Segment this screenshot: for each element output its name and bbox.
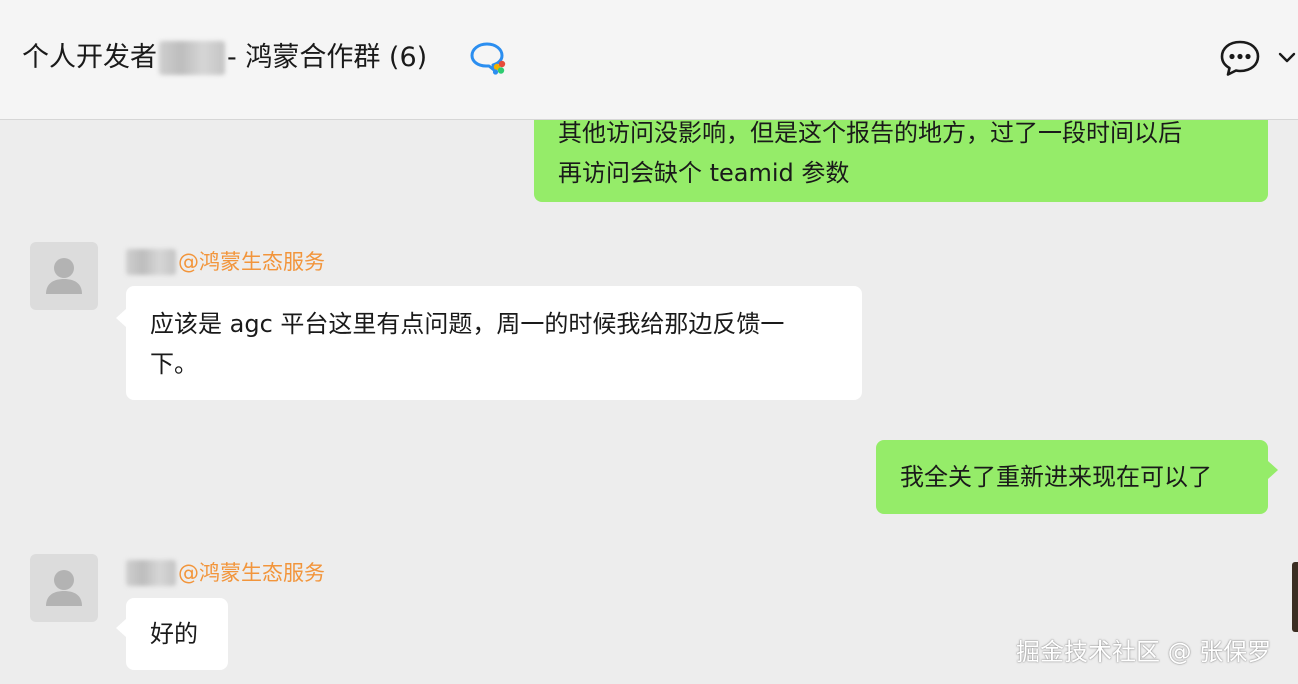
user-silhouette-icon bbox=[46, 570, 82, 606]
chat-title: 个人开发者 - 鸿蒙合作群 (6) bbox=[22, 38, 427, 78]
chat-bubble-icon[interactable] bbox=[1218, 38, 1262, 78]
message-line: 其他访问没影响，但是这个报告的地方，过了一段时间以后 bbox=[558, 120, 1182, 147]
chat-header: 个人开发者 - 鸿蒙合作群 (6) bbox=[0, 0, 1298, 120]
message-list[interactable]: 其他访问没影响，但是这个报告的地方，过了一段时间以后 再访问会缺个 teamid… bbox=[0, 120, 1298, 684]
sender-name: @鸿蒙生态服务 bbox=[126, 247, 325, 277]
partial-avatar-edge bbox=[1292, 562, 1298, 632]
message-line: 好的 bbox=[150, 620, 198, 648]
sender-label: @鸿蒙生态服务 bbox=[178, 561, 325, 585]
group-chat-icon bbox=[470, 42, 506, 75]
message-line: 下。 bbox=[150, 350, 198, 378]
redacted-name bbox=[159, 41, 225, 75]
message-line: 再访问会缺个 teamid 参数 bbox=[558, 159, 850, 187]
redacted-name bbox=[126, 560, 176, 586]
chat-title-suffix: - 鸿蒙合作群 (6) bbox=[227, 42, 428, 73]
sender-name: @鸿蒙生态服务 bbox=[126, 558, 325, 588]
avatar[interactable] bbox=[30, 242, 98, 310]
bubble-tail bbox=[1268, 461, 1278, 479]
message-line: 应该是 agc 平台这里有点问题，周一的时候我给那边反馈一 bbox=[150, 310, 785, 338]
chevron-down-icon[interactable] bbox=[1276, 48, 1298, 68]
user-silhouette-icon bbox=[46, 258, 82, 294]
message-line: 我全关了重新进来现在可以了 bbox=[900, 463, 1212, 491]
chat-title-prefix: 个人开发者 bbox=[22, 42, 157, 73]
sender-label: @鸿蒙生态服务 bbox=[178, 250, 325, 274]
bubble-tail bbox=[116, 619, 126, 637]
message-bubble-self[interactable]: 其他访问没影响，但是这个报告的地方，过了一段时间以后 再访问会缺个 teamid… bbox=[534, 120, 1268, 202]
message-bubble-other[interactable]: 应该是 agc 平台这里有点问题，周一的时候我给那边反馈一 下。 bbox=[126, 286, 862, 400]
redacted-name bbox=[126, 249, 176, 275]
bubble-tail bbox=[116, 309, 126, 327]
message-bubble-other[interactable]: 好的 bbox=[126, 598, 228, 670]
avatar[interactable] bbox=[30, 554, 98, 622]
message-bubble-self[interactable]: 我全关了重新进来现在可以了 bbox=[876, 440, 1268, 514]
watermark: 掘金技术社区 @ 张保罗 bbox=[1016, 638, 1272, 666]
